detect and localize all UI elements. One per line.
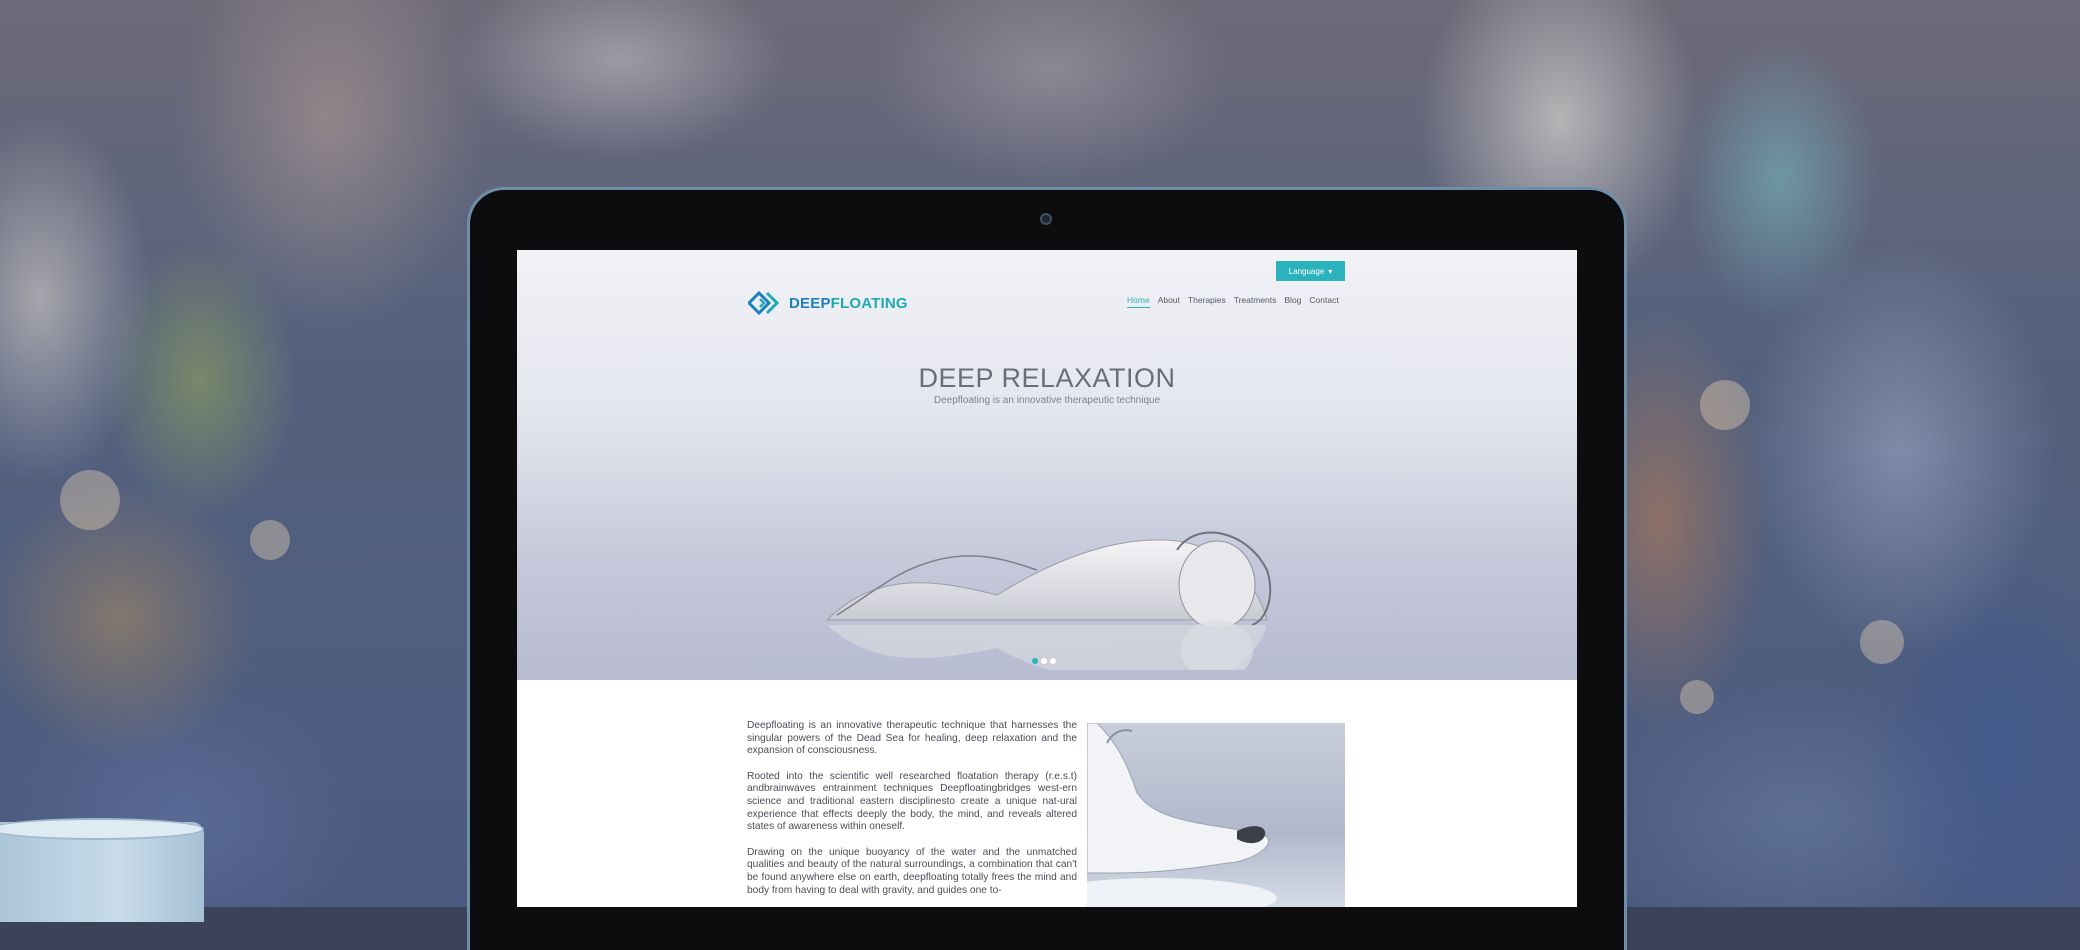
intro-paragraph: Drawing on the unique buoyancy of the wa…: [747, 846, 1077, 896]
nav-item-treatments[interactable]: Treatments: [1234, 295, 1277, 308]
bokeh-light: [60, 470, 120, 530]
intro-text: Deepfloating is an innovative therapeuti…: [747, 720, 1077, 907]
carousel-dot[interactable]: [1032, 658, 1038, 664]
site-logo[interactable]: DEEPFLOATING: [748, 291, 908, 315]
nav-item-blog[interactable]: Blog: [1284, 295, 1301, 308]
intro-paragraph: Deepfloating is an innovative therapeuti…: [747, 720, 1077, 757]
bokeh-light: [1700, 380, 1750, 430]
logo-diamond-icon: [748, 291, 780, 315]
carousel-dot[interactable]: [1050, 658, 1056, 664]
nav-item-therapies[interactable]: Therapies: [1188, 295, 1226, 308]
logo-text: DEEPFLOATING: [789, 294, 908, 312]
main-nav: Home About Therapies Treatments Blog Con…: [1127, 295, 1339, 308]
carousel-dots: [1032, 658, 1056, 664]
language-button[interactable]: Language ▾: [1276, 261, 1345, 281]
hero-subtitle: Deepfloating is an innovative therapeuti…: [933, 395, 1161, 406]
meditating-woman-figure: [1087, 723, 1277, 907]
webcam: [1040, 213, 1052, 225]
nav-item-about[interactable]: About: [1158, 295, 1180, 308]
hero-section: Language ▾ DEEPFLOATING Home About Thera…: [517, 250, 1577, 680]
nav-item-home[interactable]: Home: [1127, 295, 1150, 308]
language-button-label: Language: [1288, 266, 1325, 276]
hero-title: DEEP RELAXATION: [918, 363, 1176, 393]
floating-woman-image: [825, 531, 1272, 670]
coffee-mug-rim: [0, 818, 204, 840]
meditation-image: [1087, 723, 1345, 907]
nav-item-contact[interactable]: Contact: [1309, 295, 1338, 308]
bokeh-light: [1860, 620, 1904, 664]
chevron-down-icon: ▾: [1328, 266, 1333, 276]
bokeh-light: [1680, 680, 1714, 714]
carousel-dot[interactable]: [1041, 658, 1047, 664]
website-screen: Language ▾ DEEPFLOATING Home About Thera…: [517, 250, 1577, 907]
intro-paragraph: Rooted into the scientific well research…: [747, 770, 1077, 833]
bokeh-light: [250, 520, 290, 560]
